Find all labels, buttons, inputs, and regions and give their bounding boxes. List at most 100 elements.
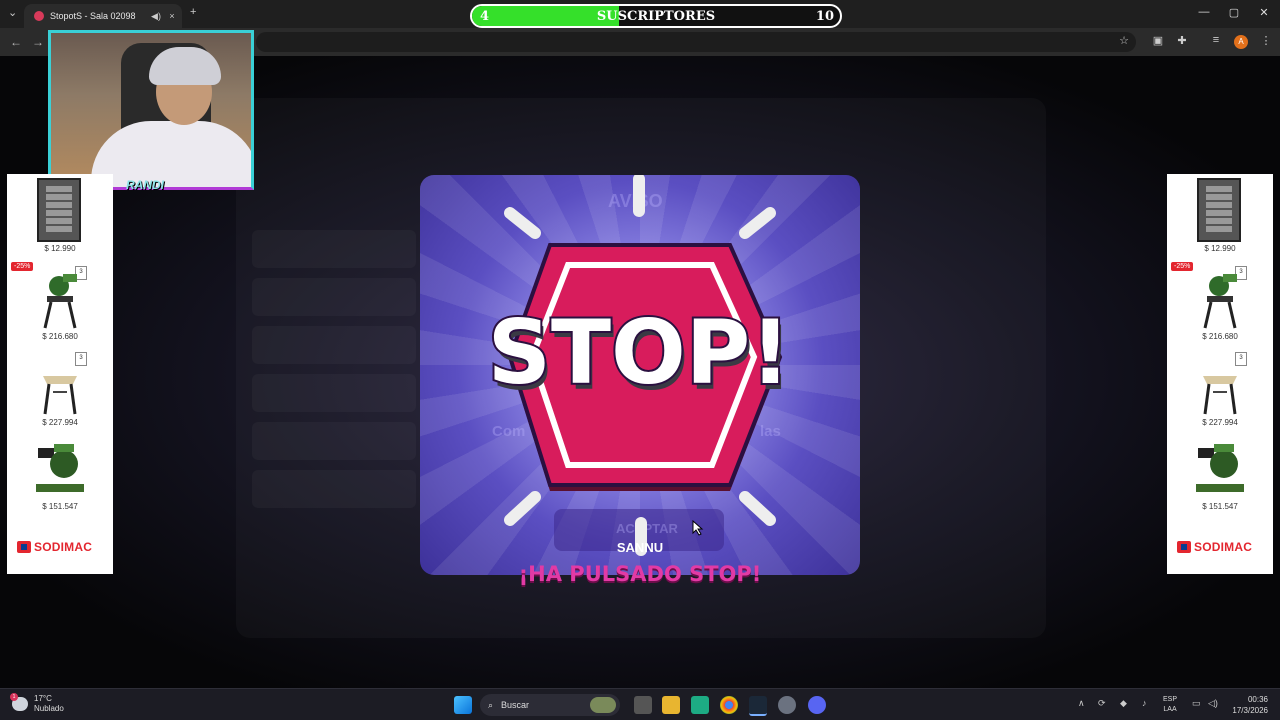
extension-icon[interactable]: ▣ xyxy=(1150,34,1166,47)
compound-saw-image xyxy=(1196,444,1244,492)
network-icon[interactable]: ▭ xyxy=(1192,698,1201,709)
ad-product[interactable]: $ 12.990 xyxy=(1167,178,1273,253)
webcam-person-hair xyxy=(149,47,221,85)
ad-product[interactable]: $ 216.680 xyxy=(7,266,113,341)
burst-line xyxy=(739,207,776,239)
tab-title: StopotS - Sala 02098 xyxy=(50,11,136,21)
cloud-icon: 1 xyxy=(10,693,28,711)
cabinet-image xyxy=(37,178,81,242)
stop-sign-graphic: STOP! STOP! xyxy=(486,175,793,556)
category-row xyxy=(252,326,416,364)
ad-price: $ 227.994 xyxy=(1202,418,1238,427)
category-row xyxy=(252,278,416,316)
clock-date: 17/3/2026 xyxy=(1232,706,1268,715)
back-icon[interactable]: ← xyxy=(10,35,22,49)
ad-price: $ 151.547 xyxy=(1202,502,1238,511)
task-view-icon[interactable] xyxy=(634,696,652,714)
brand-name: SODIMAC xyxy=(1194,540,1253,554)
stop-text: STOP! xyxy=(488,301,791,404)
bookmark-star-icon[interactable]: ☆ xyxy=(1116,34,1132,47)
search-placeholder: Buscar xyxy=(501,700,530,710)
weather-desc: Nublado xyxy=(34,704,64,713)
app-icon[interactable] xyxy=(691,696,709,714)
burst-line xyxy=(739,491,776,526)
keyboard-layout: LAA xyxy=(1163,706,1177,713)
language-indicator[interactable]: ESP LAA xyxy=(1163,695,1177,715)
chrome-icon[interactable] xyxy=(720,696,738,714)
tray-sync-icon[interactable]: ⟳ xyxy=(1098,698,1106,709)
sodimac-logo-icon xyxy=(1177,541,1191,553)
sodimac-logo[interactable]: SODIMAC xyxy=(1177,540,1252,554)
minimize-button[interactable]: — xyxy=(1192,6,1216,18)
steam-icon[interactable] xyxy=(749,696,767,716)
mouse-cursor-icon xyxy=(692,520,704,536)
ad-product[interactable]: $ 151.547 xyxy=(7,436,113,511)
category-row xyxy=(252,230,416,268)
weather-temp: 17°C xyxy=(34,694,52,703)
ad-product[interactable]: $ 227.994 xyxy=(7,352,113,427)
discord-icon[interactable] xyxy=(808,696,826,714)
ad-price: $ 12.990 xyxy=(1204,244,1236,253)
search-icon: ⌕ xyxy=(488,699,494,710)
webcam-name: RANDI xyxy=(126,178,164,192)
sodimac-logo[interactable]: SODIMAC xyxy=(17,540,92,554)
subscriber-goal: 10 xyxy=(815,9,834,24)
category-row xyxy=(252,422,416,460)
ad-product[interactable]: $ 227.994 xyxy=(1167,352,1273,427)
maximize-button[interactable]: ▢ xyxy=(1222,6,1246,19)
ad-price: $ 216.680 xyxy=(42,332,78,341)
address-bar[interactable] xyxy=(256,32,1136,52)
stopping-player-name: SANNU xyxy=(616,540,664,555)
category-row xyxy=(252,470,416,508)
menu-icon[interactable]: ⋮ xyxy=(1258,34,1274,47)
stop-modal: AVISO Com las ACEPTAR STOP! STOP! SANNU xyxy=(420,175,860,575)
ad-price: $ 216.680 xyxy=(1202,332,1238,341)
burst-line xyxy=(504,207,541,239)
webcam-overlay xyxy=(48,30,254,190)
start-menu-icon[interactable] xyxy=(454,696,472,714)
table-saw-image xyxy=(43,376,77,415)
speaker-icon[interactable]: ◀) xyxy=(150,11,162,22)
miter-saw-image xyxy=(43,274,77,329)
stop-pressed-message: ¡HA PULSADO STOP! xyxy=(518,562,762,586)
brand-name: SODIMAC xyxy=(34,540,93,554)
volume-icon[interactable]: ◁) xyxy=(1208,698,1218,709)
cabinet-image xyxy=(1197,178,1241,242)
search-highlight-icon xyxy=(590,697,616,713)
subscriber-goal-bar: 4 SUSCRIPTORES 10 xyxy=(470,4,842,28)
ad-product[interactable]: $ 12.990 xyxy=(7,178,113,253)
browser-tab[interactable]: StopotS - Sala 02098 ◀) × xyxy=(24,4,182,28)
tray-expand-icon[interactable]: ∧ xyxy=(1078,698,1085,709)
media-icon[interactable]: ≡ xyxy=(1208,34,1224,46)
close-window-button[interactable]: ✕ xyxy=(1252,6,1276,19)
windows-taskbar: 1 17°C Nublado ⌕ Buscar ∧ ⟳ ◆ ♪ ESP LAA … xyxy=(0,688,1280,720)
system-clock[interactable]: 00:36 17/3/2026 xyxy=(1222,694,1268,716)
favicon-icon xyxy=(34,11,44,21)
forward-icon[interactable]: → xyxy=(32,35,44,49)
compound-saw-image xyxy=(36,444,84,492)
sodimac-logo-icon xyxy=(17,541,31,553)
settings-icon[interactable] xyxy=(778,696,796,714)
ad-product[interactable]: $ 216.680 xyxy=(1167,266,1273,341)
ad-price: $ 151.547 xyxy=(42,502,78,511)
miter-saw-image xyxy=(1203,274,1237,329)
subscriber-label: SUSCRIPTORES xyxy=(596,9,716,24)
tab-list-icon[interactable]: ⌄ xyxy=(8,6,17,19)
file-explorer-icon[interactable] xyxy=(662,696,680,714)
taskbar-search[interactable]: ⌕ Buscar xyxy=(480,694,620,716)
category-row xyxy=(252,374,416,412)
ad-price: $ 12.990 xyxy=(44,244,76,253)
profile-avatar[interactable]: A xyxy=(1234,35,1248,49)
ad-product[interactable]: $ 151.547 xyxy=(1167,436,1273,511)
weather-badge: 1 xyxy=(10,693,18,701)
puzzle-icon[interactable]: ✚ xyxy=(1174,34,1190,47)
webcam-person-body xyxy=(91,121,251,187)
ad-right[interactable]: $ 12.990 -25% 3 $ 216.680 3 $ 227.994 $ … xyxy=(1167,174,1273,574)
tab-close-icon[interactable]: × xyxy=(166,11,178,21)
tray-app-icon[interactable]: ◆ xyxy=(1120,698,1127,709)
new-tab-button[interactable]: + xyxy=(190,6,196,18)
microphone-icon[interactable]: ♪ xyxy=(1142,698,1147,708)
clock-time: 00:36 xyxy=(1247,695,1268,704)
weather-widget[interactable]: 1 17°C Nublado xyxy=(10,693,64,714)
ad-left[interactable]: $ 12.990 -25% 3 $ 216.680 3 $ 227.994 $ … xyxy=(7,174,113,574)
